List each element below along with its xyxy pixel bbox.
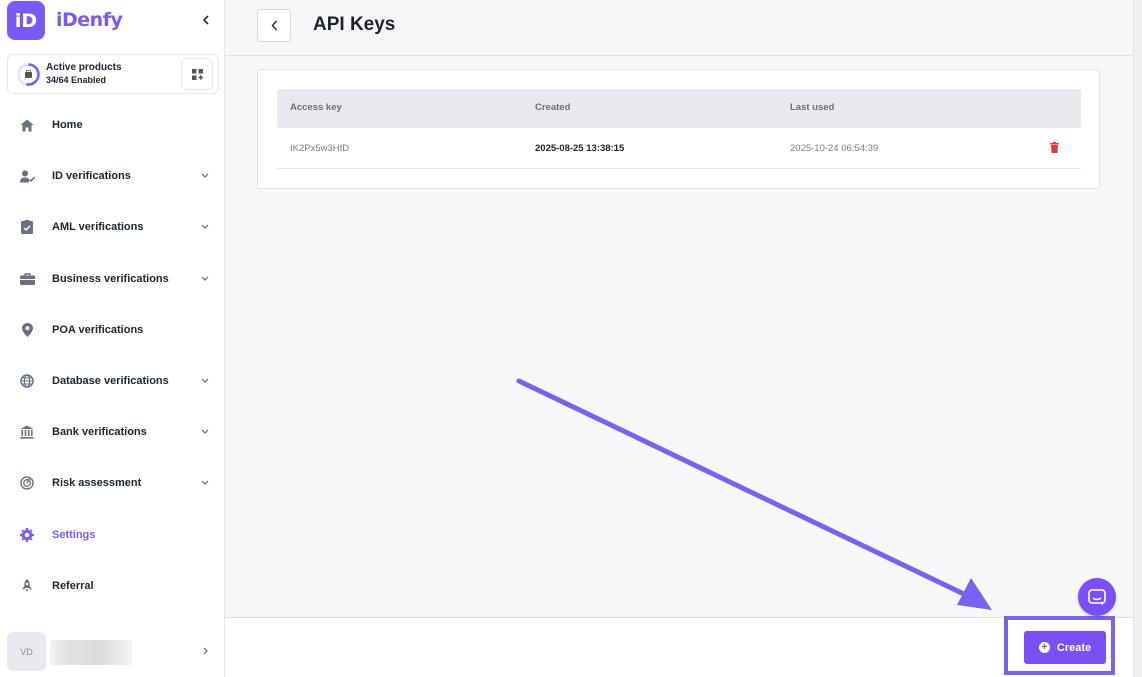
- sidebar-item-label: Business verifications: [52, 273, 169, 285]
- back-button[interactable]: [257, 9, 291, 42]
- sidebar-item-label: POA verifications: [52, 324, 144, 336]
- plus-circle-icon: +: [1038, 642, 1050, 653]
- page-header: API Keys: [225, 0, 1133, 56]
- chat-support-button[interactable]: [1078, 578, 1116, 616]
- sidebar-item-poa-verifications[interactable]: POA verifications: [7, 310, 219, 350]
- chevron-right-icon: [199, 645, 211, 657]
- grid-add-icon: [191, 68, 203, 80]
- chevron-down-icon: [199, 476, 211, 488]
- sidebar-item-bank-verifications[interactable]: Bank verifications: [7, 412, 219, 452]
- sidebar-item-referral[interactable]: Referral: [7, 566, 219, 606]
- sidebar-item-label: Database verifications: [52, 375, 169, 387]
- sidebar-item-risk-assessment[interactable]: Risk assessment: [7, 463, 219, 503]
- sidebar-item-label: Home: [52, 119, 83, 131]
- briefcase-icon: [19, 271, 35, 287]
- home-icon: [19, 117, 35, 133]
- active-products-count: 34/64 Enabled: [46, 75, 107, 85]
- clipboard-check-icon: [19, 219, 35, 235]
- gear-icon: [19, 527, 35, 543]
- sidebar-item-label: Bank verifications: [52, 426, 147, 438]
- sidebar-item-database-verifications[interactable]: Database verifications: [7, 361, 219, 401]
- avatar: VD: [7, 632, 46, 671]
- table-header: Access key Created Last used: [277, 89, 1081, 128]
- collapse-sidebar-button[interactable]: [197, 11, 215, 29]
- page-footer: [225, 617, 1133, 677]
- target-icon: [19, 475, 35, 491]
- chevron-down-icon: [199, 220, 211, 232]
- sidebar-item-aml-verifications[interactable]: AML verifications: [7, 207, 219, 247]
- chevron-down-icon: [199, 272, 211, 284]
- chevron-down-icon: [199, 169, 211, 181]
- sidebar-item-label: Settings: [52, 529, 96, 541]
- user-name-redacted: [50, 640, 132, 665]
- active-products-title: Active products: [46, 62, 122, 73]
- sidebar-item-home[interactable]: Home: [7, 105, 219, 145]
- table-row: IK2Px5w3HfD 2025-08-25 13:38:15 2025-10-…: [277, 128, 1081, 169]
- sidebar-item-label: AML verifications: [52, 221, 144, 233]
- chat-icon: [1088, 588, 1106, 605]
- user-profile-row[interactable]: VD: [7, 632, 219, 672]
- api-keys-table-card: Access key Created Last used IK2Px5w3HfD…: [257, 69, 1100, 189]
- rocket-icon: [19, 578, 35, 594]
- chevron-left-icon: [270, 20, 277, 31]
- products-grid-button[interactable]: [181, 58, 213, 90]
- column-header-created: Created: [535, 102, 571, 113]
- sidebar-item-label: ID verifications: [52, 170, 131, 182]
- chevron-down-icon: [199, 374, 211, 386]
- page-scrollbar[interactable]: [1133, 0, 1142, 677]
- page-title: API Keys: [313, 14, 396, 35]
- sidebar: iD iDenfy Active products 34/64 Enabled: [0, 0, 225, 677]
- user-check-icon: [19, 168, 35, 184]
- create-button-label: Create: [1056, 641, 1092, 654]
- chevron-down-icon: [199, 425, 211, 437]
- progress-ring-icon: [17, 63, 40, 86]
- bank-icon: [19, 424, 35, 440]
- sidebar-item-settings[interactable]: Settings: [7, 515, 219, 555]
- globe-icon: [19, 373, 35, 389]
- delete-key-button[interactable]: [1048, 141, 1060, 154]
- map-pin-icon: [19, 322, 35, 338]
- create-button[interactable]: + Create: [1024, 631, 1106, 664]
- sidebar-item-business-verifications[interactable]: Business verifications: [7, 259, 219, 299]
- brand-name[interactable]: iDenfy: [56, 9, 123, 31]
- brand-row: iD iDenfy: [7, 1, 219, 41]
- sidebar-item-label: Risk assessment: [52, 477, 142, 489]
- sidebar-item-label: Referral: [52, 580, 94, 592]
- column-header-access-key: Access key: [290, 102, 342, 113]
- sidebar-item-id-verifications[interactable]: ID verifications: [7, 156, 219, 196]
- last-used-cell: 2025-10-24 06:54:39: [790, 143, 879, 154]
- trash-icon: [1049, 142, 1059, 153]
- brand-logo-mark[interactable]: iD: [7, 1, 45, 40]
- created-cell: 2025-08-25 13:38:15: [535, 143, 625, 154]
- column-header-last-used: Last used: [790, 102, 835, 113]
- access-key-cell: IK2Px5w3HfD: [290, 143, 350, 154]
- active-products-panel: Active products 34/64 Enabled: [7, 54, 219, 94]
- chevron-left-icon: [202, 15, 209, 25]
